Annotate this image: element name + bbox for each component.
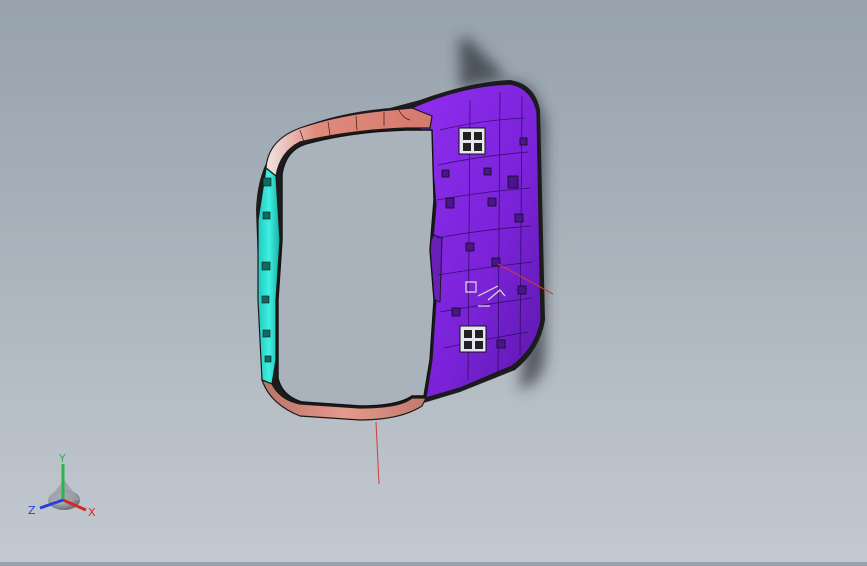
frame-opening [277, 129, 435, 407]
z-axis-label: Z [28, 504, 36, 517]
panel-pad-bottom [459, 325, 487, 353]
part-model[interactable] [0, 0, 867, 562]
coordinate-triad: Y X Z [26, 450, 106, 522]
cad-graphics-viewport[interactable] [0, 0, 867, 562]
y-axis-label: Y [58, 452, 66, 465]
sketch-line-vertical [375, 421, 380, 485]
x-axis-label: X [88, 506, 96, 519]
panel-pad-top [458, 127, 486, 155]
